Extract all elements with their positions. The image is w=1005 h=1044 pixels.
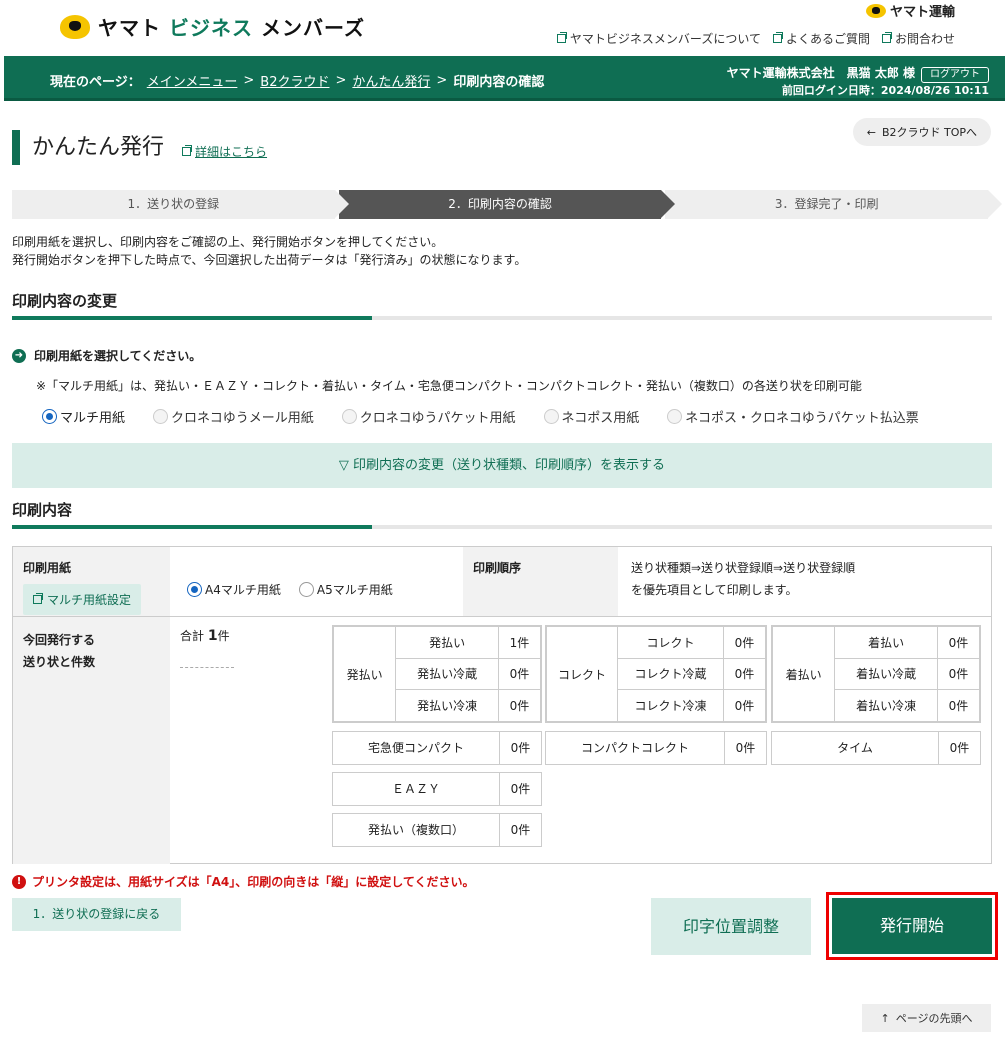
- group-name: 発払い: [332, 626, 397, 722]
- step-register: 1．送り状の登録: [12, 190, 349, 219]
- back-to-register-button[interactable]: 1．送り状の登録に戻る: [12, 898, 181, 931]
- black-cat-icon: [865, 3, 886, 18]
- count-label-cell: 今回発行する 送り状と件数: [13, 617, 170, 864]
- external-link-icon: [556, 32, 567, 43]
- paper-type-radio-group: マルチ用紙 クロネコゆうメール用紙 クロネコゆうパケット用紙 ネコポス用紙 ネコ…: [42, 407, 919, 426]
- nav-bar: 現在のページ： メインメニュー > B2クラウド > かんたん発行 > 印刷内容の確認…: [4, 56, 1005, 101]
- dashed-divider: [180, 667, 234, 668]
- user-name: ヤマト運輸株式会社 黒猫 太郎 様: [726, 66, 915, 80]
- section-heading-change: 印刷内容の変更: [12, 290, 992, 320]
- site-logo[interactable]: ヤマト ビジネス メンバーズ: [60, 12, 365, 41]
- radio-nekopos[interactable]: ネコポス用紙: [543, 407, 639, 426]
- breadcrumb-easy-issue[interactable]: かんたん発行: [352, 71, 430, 90]
- radio-button[interactable]: [341, 409, 357, 424]
- black-cat-logo-icon: [60, 14, 90, 39]
- radio-button[interactable]: [543, 409, 559, 424]
- radio-nekopos-payment[interactable]: ネコポス・クロネコゆうパケット払込票: [667, 407, 919, 426]
- description: 印刷用紙を選択し、印刷内容をご確認の上、発行開始ボタンを押してください。 発行開…: [12, 235, 527, 267]
- breadcrumb-main-menu[interactable]: メインメニュー: [147, 71, 238, 90]
- window-icon: [33, 593, 43, 604]
- count-group-collect: コレクト コレクト 0件 コレクト冷蔵 0件 コレクト冷凍 0件: [545, 625, 767, 723]
- top-header: ヤマト ビジネス メンバーズ ヤマト運輸 ヤマトビジネスメンバーズについて よく…: [0, 0, 1005, 56]
- printer-warning: ! プリンタ設定は、用紙サイズは「A4」、印刷の向きは「縦」に設定してください。: [12, 873, 475, 890]
- external-link-icon: [881, 32, 892, 43]
- paper-label-cell: 印刷用紙 マルチ用紙設定: [13, 547, 170, 616]
- link-contact[interactable]: お問合わせ: [881, 30, 955, 47]
- radio-button[interactable]: [42, 409, 57, 424]
- arrow-left-icon: ←: [866, 125, 876, 139]
- yamato-corp-logo: ヤマト運輸: [865, 1, 955, 20]
- radio-yu-packet[interactable]: クロネコゆうパケット用紙: [341, 407, 516, 426]
- detail-link[interactable]: 詳細はこちら: [182, 135, 267, 169]
- breadcrumb: 現在のページ： メインメニュー > B2クラウド > かんたん発行 > 印刷内容の確認: [50, 71, 545, 90]
- show-change-options-toggle[interactable]: ▽ 印刷内容の変更（送り状種類、印刷順序）を表示する: [12, 443, 992, 488]
- last-login: 前回ログイン日時：2024/08/26 10:11: [781, 84, 989, 97]
- print-order-value: 送り状種類⇒送り状登録順⇒送り状登録順 を優先項目として印刷します。: [631, 561, 856, 597]
- radio-yu-mail[interactable]: クロネコゆうメール用紙: [153, 407, 314, 426]
- external-link-icon: [772, 32, 783, 43]
- count-multi-piece: 発払い（複数口） 0件: [332, 813, 542, 847]
- external-link-icon: [182, 145, 193, 156]
- breadcrumb-b2-cloud[interactable]: B2クラウド: [260, 71, 329, 90]
- link-about[interactable]: ヤマトビジネスメンバーズについて: [556, 30, 761, 47]
- multi-paper-note: ※「マルチ用紙」は、発払い・ＥＡＺＹ・コレクト・着払い・タイム・宅急便コンパクト…: [36, 379, 862, 393]
- count-eazy: ＥＡＺＹ 0件: [332, 772, 542, 806]
- radio-button[interactable]: [667, 409, 683, 424]
- arrow-up-icon: ↑: [880, 1011, 890, 1025]
- multi-paper-settings-button[interactable]: マルチ用紙設定: [23, 584, 142, 615]
- page-top-button[interactable]: ↑ ページの先頭へ: [862, 1004, 991, 1032]
- page-title: かんたん発行 詳細はこちら: [12, 130, 267, 165]
- group-name: コレクト: [545, 626, 619, 722]
- logout-button[interactable]: ログアウト: [921, 67, 989, 83]
- radio-button[interactable]: [153, 409, 169, 424]
- total-count: 合計 1件: [180, 628, 230, 644]
- radio-a4-multi[interactable]: A4マルチ用紙: [187, 581, 281, 598]
- section-divider: [12, 316, 992, 320]
- print-position-adjust-button[interactable]: 印字位置調整: [651, 898, 811, 955]
- section-divider: [12, 525, 992, 529]
- step-complete: 3．登録完了・印刷: [665, 190, 1002, 219]
- arrow-right-circle-icon: ➜: [12, 348, 26, 363]
- start-issue-button[interactable]: 発行開始: [832, 898, 992, 954]
- print-order-label: 印刷順序: [463, 547, 618, 616]
- link-faq[interactable]: よくあるご質問: [772, 30, 870, 47]
- top-links: ヤマトビジネスメンバーズについて よくあるご質問 お問合わせ: [556, 30, 955, 47]
- section-heading-content: 印刷内容: [12, 499, 992, 529]
- radio-a5-multi[interactable]: A5マルチ用紙: [298, 581, 393, 598]
- count-compact: 宅急便コンパクト 0件: [332, 731, 542, 765]
- step-confirm: 2．印刷内容の確認: [338, 190, 676, 219]
- step-indicator: 1．送り状の登録 2．印刷内容の確認 3．登録完了・印刷: [12, 190, 1002, 219]
- user-info: ヤマト運輸株式会社 黒猫 太郎 様ログアウト 前回ログイン日時：2024/08/…: [727, 65, 989, 99]
- alert-icon: !: [12, 874, 26, 889]
- b2-cloud-top-button[interactable]: ← B2クラウド TOPへ: [852, 118, 991, 146]
- radio-button[interactable]: [187, 582, 202, 597]
- radio-button[interactable]: [298, 582, 314, 597]
- count-group-hatsubarai: 発払い 発払い 1件 発払い冷蔵 0件 発払い冷凍 0件: [332, 625, 542, 723]
- count-compact-collect: コンパクトコレクト 0件: [545, 731, 767, 765]
- print-content-table: 印刷用紙 マルチ用紙設定 A4マルチ用紙 A5マルチ用紙 印刷順序 送り状種類⇒…: [12, 546, 992, 864]
- count-time: タイム 0件: [771, 731, 981, 765]
- issue-button-highlight: 発行開始: [826, 892, 998, 960]
- breadcrumb-current: 印刷内容の確認: [453, 75, 545, 90]
- count-group-chakubarai: 着払い 着払い 0件 着払い冷蔵 0件 着払い冷凍 0件: [771, 625, 981, 723]
- paper-size-radio-group: A4マルチ用紙 A5マルチ用紙: [187, 581, 393, 598]
- radio-multi-paper[interactable]: マルチ用紙: [42, 407, 125, 426]
- group-name: 着払い: [771, 626, 836, 722]
- paper-select-prompt: ➜ 印刷用紙を選択してください。: [12, 347, 201, 364]
